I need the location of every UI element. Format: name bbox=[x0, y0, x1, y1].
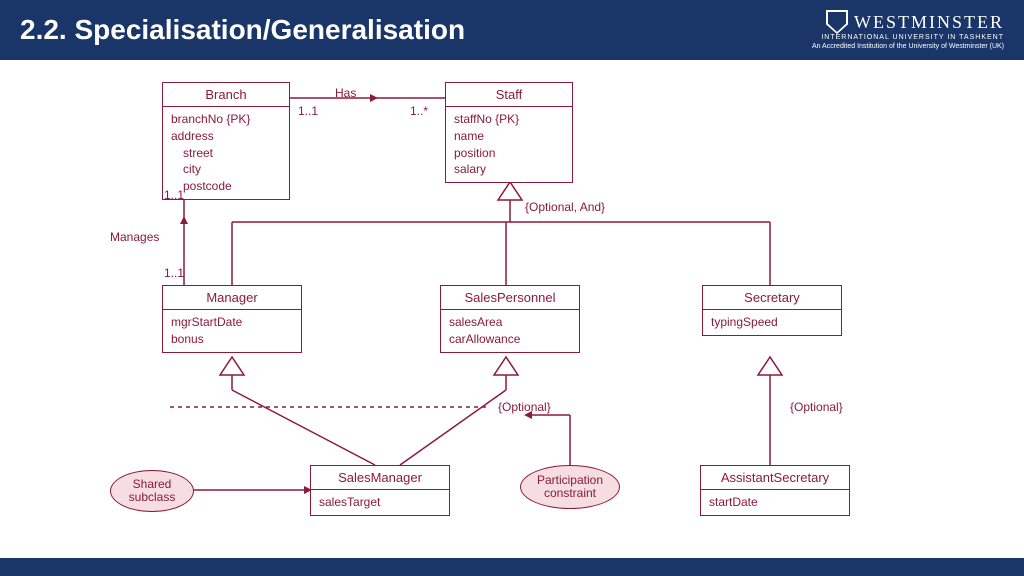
constraint-optional-and: {Optional, And} bbox=[525, 200, 605, 214]
rel-has-label: Has bbox=[335, 86, 356, 100]
entity-staff: Staff staffNo {PK} name position salary bbox=[445, 82, 573, 183]
entity-manager: Manager mgrStartDate bonus bbox=[162, 285, 302, 353]
rel-has-mult-right: 1..* bbox=[410, 104, 428, 118]
entity-secretary-title: Secretary bbox=[703, 286, 841, 310]
slide-title: 2.2. Specialisation/Generalisation bbox=[20, 14, 465, 46]
entity-manager-attrs: mgrStartDate bonus bbox=[163, 310, 301, 352]
rel-manages-mult-bottom: 1..1 bbox=[164, 266, 184, 280]
entity-manager-title: Manager bbox=[163, 286, 301, 310]
logo-subtitle: INTERNATIONAL UNIVERSITY IN TASHKENT bbox=[812, 34, 1004, 41]
entity-sales-manager-attrs: salesTarget bbox=[311, 490, 449, 515]
logo-main-text: WESTMINSTER bbox=[812, 10, 1004, 34]
entity-sales-personnel: SalesPersonnel salesArea carAllowance bbox=[440, 285, 580, 353]
note-shared-subclass: Shared subclass bbox=[110, 470, 194, 512]
uml-diagram: Branch branchNo {PK} address street city… bbox=[0, 60, 1024, 558]
entity-sales-personnel-title: SalesPersonnel bbox=[441, 286, 579, 310]
entity-assistant-secretary-title: AssistantSecretary bbox=[701, 466, 849, 490]
university-logo: WESTMINSTER INTERNATIONAL UNIVERSITY IN … bbox=[812, 10, 1004, 50]
slide-footer bbox=[0, 558, 1024, 576]
slide-header: 2.2. Specialisation/Generalisation WESTM… bbox=[0, 0, 1024, 60]
entity-branch-title: Branch bbox=[163, 83, 289, 107]
entity-secretary-attrs: typingSpeed bbox=[703, 310, 841, 335]
entity-assistant-secretary-attrs: startDate bbox=[701, 490, 849, 515]
entity-secretary: Secretary typingSpeed bbox=[702, 285, 842, 336]
shield-icon bbox=[826, 10, 848, 34]
entity-staff-title: Staff bbox=[446, 83, 572, 107]
entity-branch: Branch branchNo {PK} address street city… bbox=[162, 82, 290, 200]
entity-staff-attrs: staffNo {PK} name position salary bbox=[446, 107, 572, 182]
logo-description: An Accredited Institution of the Univers… bbox=[812, 43, 1004, 50]
entity-sales-manager: SalesManager salesTarget bbox=[310, 465, 450, 516]
note-participation-constraint: Participation constraint bbox=[520, 465, 620, 509]
rel-has-mult-left: 1..1 bbox=[298, 104, 318, 118]
entity-sales-manager-title: SalesManager bbox=[311, 466, 449, 490]
rel-manages-mult-top: 1..1 bbox=[164, 188, 184, 202]
rel-manages-label: Manages bbox=[110, 230, 159, 244]
entity-assistant-secretary: AssistantSecretary startDate bbox=[700, 465, 850, 516]
constraint-optional-2: {Optional} bbox=[790, 400, 843, 414]
constraint-optional-1: {Optional} bbox=[498, 400, 551, 414]
entity-branch-attrs: branchNo {PK} address street city postco… bbox=[163, 107, 289, 199]
entity-sales-personnel-attrs: salesArea carAllowance bbox=[441, 310, 579, 352]
